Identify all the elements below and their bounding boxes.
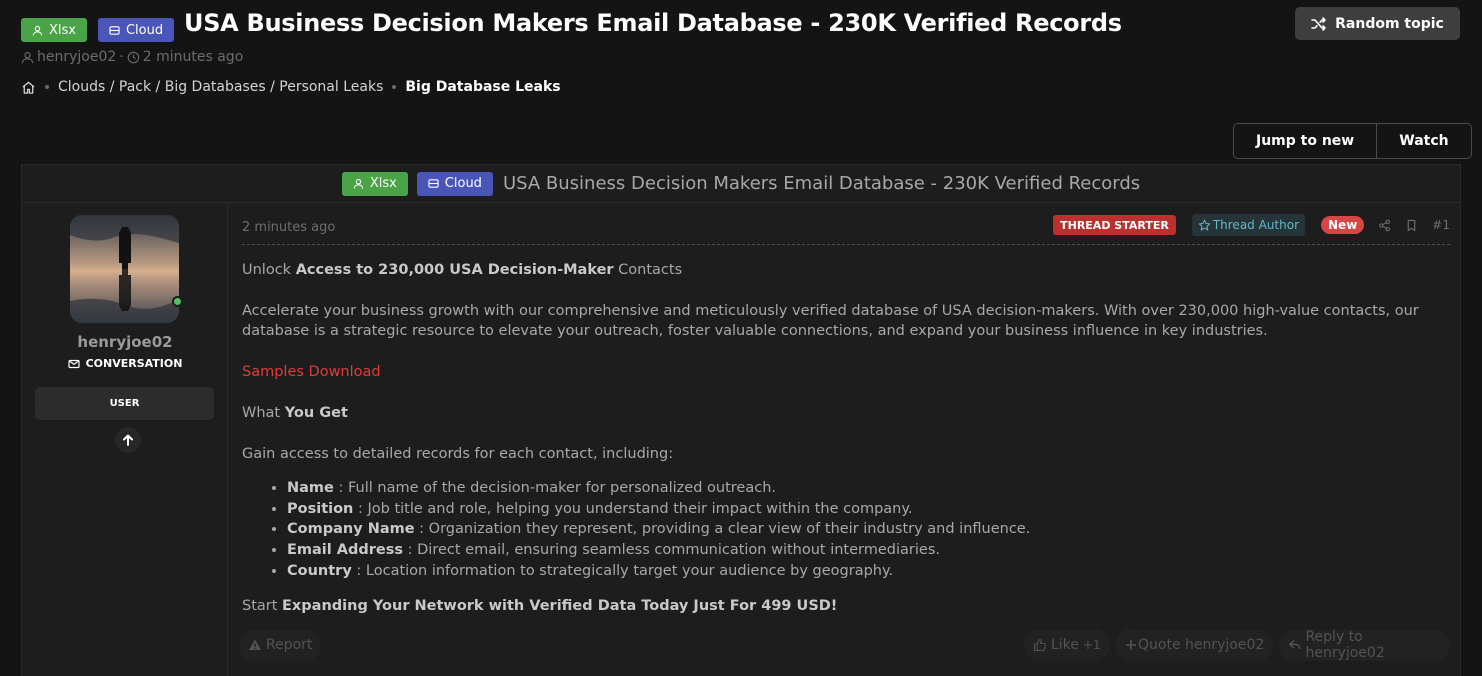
star-icon xyxy=(1198,219,1211,230)
online-indicator xyxy=(172,296,183,307)
post-time[interactable]: 2 minutes ago xyxy=(242,220,335,235)
thumbs-up-icon xyxy=(1033,638,1047,652)
xlsx-badge-label: Xlsx xyxy=(49,22,76,38)
what-you-get-heading: What You Get xyxy=(242,405,348,421)
report-label: Report xyxy=(266,637,313,653)
conversation-label: CONVERSATION xyxy=(85,357,183,370)
cloud-badge[interactable]: Cloud xyxy=(97,18,175,42)
breadcrumb-item-category[interactable]: Clouds / Pack / Big Databases / Personal… xyxy=(58,79,383,95)
description-line-2: database is a strategic resource to elev… xyxy=(242,323,1268,339)
scroll-up-button[interactable] xyxy=(115,427,141,453)
watch-button[interactable]: Watch xyxy=(1376,124,1470,158)
database-icon xyxy=(428,179,439,188)
list-item: Name : Full name of the decision-maker f… xyxy=(287,478,1030,499)
arrow-up-icon xyxy=(123,434,133,446)
user-icon xyxy=(32,25,43,36)
title-prefix-badges: Xlsx Cloud xyxy=(21,18,175,42)
jump-to-new-button[interactable]: Jump to new xyxy=(1234,124,1376,158)
avatar[interactable] xyxy=(70,215,179,323)
avatar-image xyxy=(70,215,179,323)
username[interactable]: henryjoe02 xyxy=(22,333,228,351)
random-topic-button[interactable]: Random topic xyxy=(1295,7,1460,40)
breadcrumb-item-forum[interactable]: Big Database Leaks xyxy=(405,79,560,95)
post-flags: THREAD STARTER Thread Author New #1 xyxy=(1053,214,1450,236)
quote-button[interactable]: Quote henryjoe02 xyxy=(1115,629,1274,661)
plus-icon xyxy=(1126,640,1136,650)
breadcrumb: Clouds / Pack / Big Databases / Personal… xyxy=(21,79,561,95)
samples-download-link[interactable]: Samples Download xyxy=(242,362,381,383)
gain-access-line: Gain access to detailed records for each… xyxy=(242,446,674,462)
xlsx-badge[interactable]: Xlsx xyxy=(21,18,87,42)
quote-label: Quote henryjoe02 xyxy=(1138,637,1265,653)
like-button[interactable]: Like +1 xyxy=(1024,629,1110,661)
list-item: Country : Location information to strate… xyxy=(287,561,1030,582)
thread-actions: Jump to new Watch xyxy=(1233,123,1472,159)
list-item: Company Name : Organization they represe… xyxy=(287,519,1030,540)
reply-label: Reply to henryjoe02 xyxy=(1305,629,1385,661)
post-number[interactable]: #1 xyxy=(1432,218,1450,232)
intro-line: Unlock Access to 230,000 USA Decision-Ma… xyxy=(242,262,683,278)
reply-button[interactable]: Reply to henryjoe02 xyxy=(1279,629,1450,661)
cloud-badge-label: Cloud xyxy=(125,22,164,38)
random-topic-label: Random topic xyxy=(1335,15,1444,32)
database-icon xyxy=(109,25,120,35)
thread-author-link[interactable]: henryjoe02 xyxy=(37,49,116,65)
user-role-banner: USER xyxy=(35,387,214,420)
page-title: USA Business Decision Makers Email Datab… xyxy=(184,9,1122,37)
like-count: +1 xyxy=(1082,638,1101,652)
list-item: Email Address : Direct email, ensuring s… xyxy=(287,540,1030,561)
share-icon[interactable] xyxy=(1378,219,1391,232)
description-line-1: Accelerate your business growth with our… xyxy=(242,303,1419,319)
envelope-icon xyxy=(67,359,80,368)
user-sidebar: henryjoe02 CONVERSATION USER xyxy=(22,203,228,676)
list-item: Position : Job title and role, helping y… xyxy=(287,499,1030,520)
report-button[interactable]: Report xyxy=(239,629,322,661)
user-icon xyxy=(353,178,363,189)
clock-icon xyxy=(127,51,140,63)
meta-separator: · xyxy=(119,49,124,65)
cloud-badge[interactable]: Cloud xyxy=(416,171,493,196)
thread-time[interactable]: 2 minutes ago xyxy=(143,49,244,65)
cloud-badge-label: Cloud xyxy=(444,176,482,191)
thread-title: USA Business Decision Makers Email Datab… xyxy=(502,173,1141,194)
thread-header: Xlsx Cloud USA Business Decision Makers … xyxy=(22,165,1460,203)
new-badge: New xyxy=(1321,216,1365,234)
thread-panel: Xlsx Cloud USA Business Decision Makers … xyxy=(21,164,1461,676)
thread-author-label: Thread Author xyxy=(1212,218,1300,232)
thread-meta: henryjoe02 · 2 minutes ago xyxy=(21,49,243,65)
breadcrumb-separator xyxy=(45,85,49,89)
thread-author-badge: Thread Author xyxy=(1191,214,1306,236)
breadcrumb-separator xyxy=(392,85,397,89)
home-icon[interactable] xyxy=(21,80,36,95)
user-outline-icon xyxy=(21,51,34,63)
shuffle-icon xyxy=(1311,16,1326,31)
post-divider xyxy=(242,244,1450,245)
start-conversation-link[interactable]: CONVERSATION xyxy=(22,357,228,370)
bookmark-icon[interactable] xyxy=(1405,219,1418,232)
xlsx-badge[interactable]: Xlsx xyxy=(341,171,408,196)
closing-line: Start Expanding Your Network with Verifi… xyxy=(242,598,838,614)
warning-icon xyxy=(249,639,261,650)
thread-starter-badge: THREAD STARTER xyxy=(1053,215,1176,235)
post: 2 minutes ago THREAD STARTER Thread Auth… xyxy=(239,203,1450,676)
fields-list: Name : Full name of the decision-maker f… xyxy=(287,478,1030,582)
reply-icon xyxy=(1289,639,1301,650)
like-label: Like xyxy=(1051,637,1079,653)
xlsx-badge-label: Xlsx xyxy=(369,176,397,191)
